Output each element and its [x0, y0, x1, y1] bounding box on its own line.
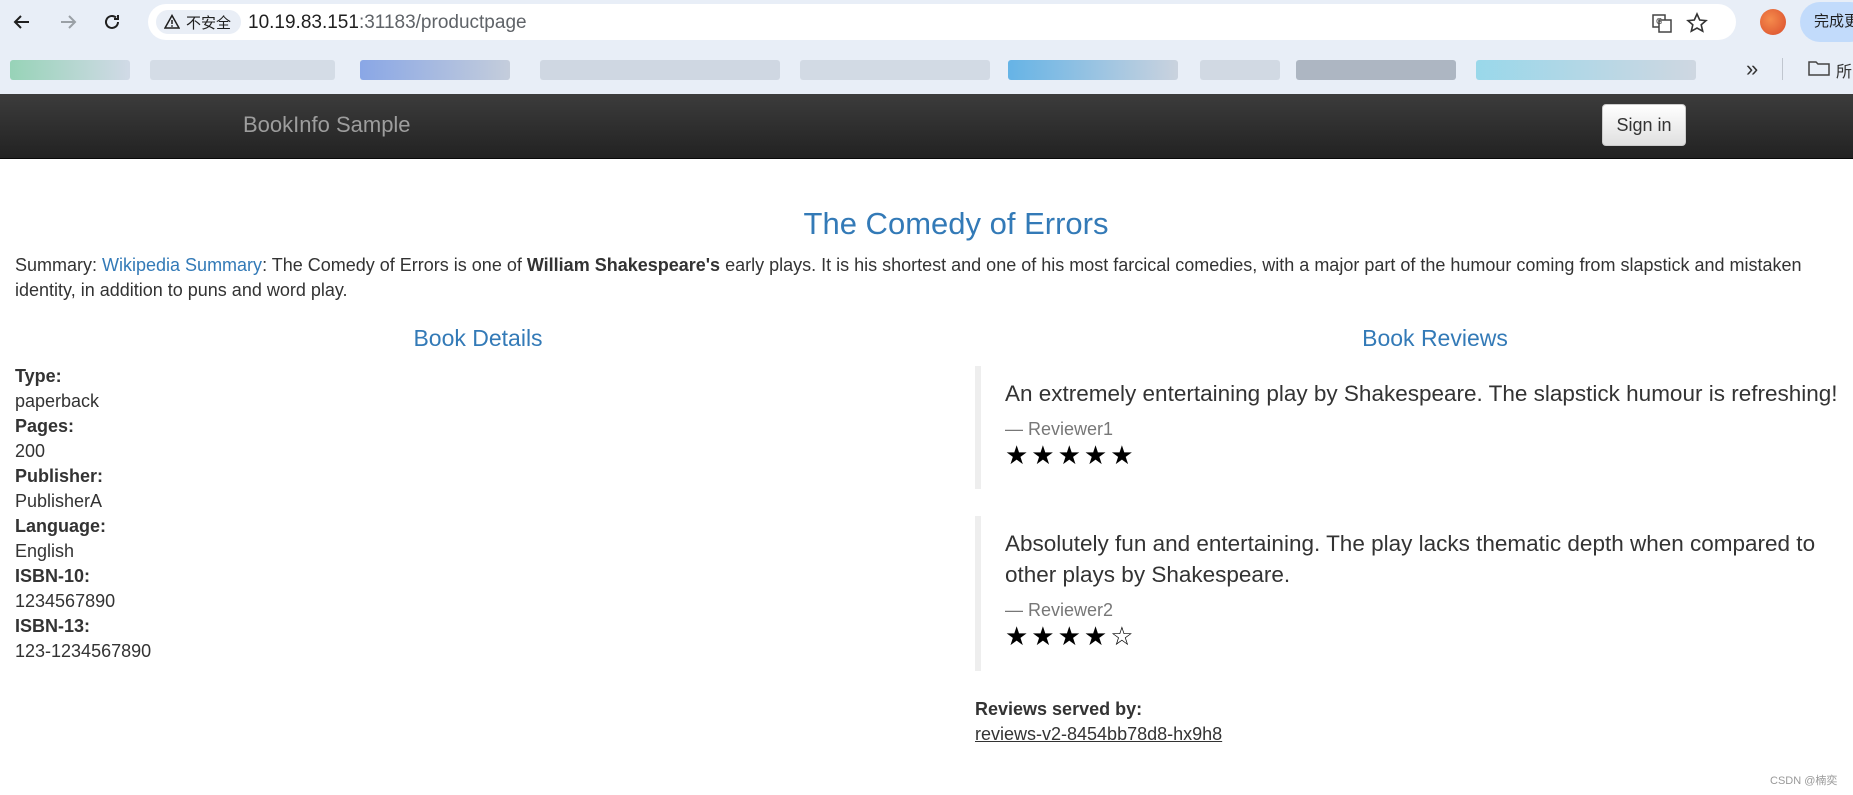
back-arrow-icon	[13, 15, 29, 29]
security-label: 不安全	[186, 14, 232, 32]
review-block: An extremely entertaining play by Shakes…	[975, 366, 1853, 489]
bookmark-item[interactable]	[150, 60, 335, 80]
book-reviews-heading: Book Reviews	[1362, 325, 1508, 351]
bookmark-item[interactable]	[360, 60, 510, 80]
detail-label: Type:	[15, 366, 62, 386]
book-details-list: Type: paperback Pages: 200 Publisher: Pu…	[15, 364, 415, 664]
reviewer-name: — Reviewer2	[1005, 600, 1114, 620]
folder-icon[interactable]	[1808, 60, 1830, 76]
watermark: CSDN @楠奕	[1770, 775, 1838, 787]
summary-text: : The Comedy of Errors is one of	[262, 255, 527, 275]
wikipedia-summary-link[interactable]: Wikipedia Summary	[102, 255, 262, 275]
bookmark-star-icon[interactable]	[1686, 12, 1708, 34]
review-block: Absolutely fun and entertaining. The pla…	[975, 516, 1853, 671]
detail-value: 123-1234567890	[15, 641, 152, 661]
reviews-served-by: Reviews served by: reviews-v2-8454bb78d8…	[975, 697, 1222, 747]
star-rating: ★★★★☆	[1005, 621, 1137, 651]
svg-text:G: G	[1656, 17, 1662, 26]
review-text: Absolutely fun and entertaining. The pla…	[1005, 531, 1816, 587]
detail-value: 200	[15, 441, 46, 461]
warning-icon	[164, 14, 180, 29]
bookmark-item[interactable]	[1008, 60, 1178, 80]
navbar: BookInfo Sample Sign in	[0, 94, 1853, 159]
summary-prefix: Summary:	[15, 255, 103, 275]
detail-label: ISBN-10:	[15, 566, 91, 586]
url-text[interactable]: 10.19.83.151:31183/productpage	[248, 12, 527, 34]
detail-label: Language:	[15, 516, 107, 536]
detail-value: 1234567890	[15, 591, 116, 611]
translate-icon[interactable]: G	[1651, 12, 1673, 34]
bookmarks-bar	[0, 54, 1853, 86]
summary-author: William Shakespeare's	[526, 255, 721, 275]
star-rating: ★★★★★	[1005, 440, 1137, 470]
reload-button[interactable]	[98, 8, 126, 36]
forward-button[interactable]	[54, 8, 82, 36]
reload-icon	[105, 14, 119, 29]
bookmarks-overflow-icon[interactable]: »	[1746, 56, 1758, 82]
detail-value: paperback	[15, 391, 100, 411]
url-path: :31183/productpage	[358, 12, 527, 33]
review-text: An extremely entertaining play by Shakes…	[1005, 381, 1838, 406]
url-host: 10.19.83.151	[248, 12, 359, 33]
bookmark-item[interactable]	[1200, 60, 1280, 80]
profile-button[interactable]: 完成更	[1800, 2, 1853, 42]
bookmark-item[interactable]	[800, 60, 990, 80]
served-by-pod: reviews-v2-8454bb78d8-hx9h8	[975, 724, 1223, 744]
detail-value: English	[15, 541, 75, 561]
product-title: The Comedy of Errors	[803, 206, 1109, 241]
served-by-label: Reviews served by:	[975, 699, 1143, 719]
book-details-heading: Book Details	[413, 325, 543, 351]
bookmark-item[interactable]	[10, 60, 130, 80]
bookmarks-divider	[1782, 58, 1783, 80]
extension-icon[interactable]	[1760, 9, 1786, 35]
sign-in-button[interactable]: Sign in	[1602, 104, 1686, 146]
detail-label: ISBN-13:	[15, 616, 91, 636]
detail-label: Pages:	[15, 416, 75, 436]
reviewer-name: — Reviewer1	[1005, 419, 1114, 439]
forward-arrow-icon	[61, 15, 77, 29]
product-summary: Summary: Wikipedia Summary: The Comedy o…	[15, 253, 1845, 303]
all-bookmarks-label[interactable]: 所	[1836, 58, 1852, 82]
browser-chrome: 不安全 10.19.83.151:31183/productpage G 完成更…	[0, 0, 1853, 94]
detail-value: PublisherA	[15, 491, 103, 511]
brand-link[interactable]: BookInfo Sample	[243, 112, 411, 138]
bookmark-item[interactable]	[1296, 60, 1456, 80]
browser-toolbar: 不安全 10.19.83.151:31183/productpage G 完成更	[0, 0, 1853, 44]
bookmark-item[interactable]	[540, 60, 780, 80]
detail-label: Publisher:	[15, 466, 104, 486]
bookmark-item[interactable]	[1476, 60, 1696, 80]
security-chip[interactable]: 不安全	[156, 10, 242, 34]
back-button[interactable]	[8, 8, 36, 36]
address-bar[interactable]: 不安全 10.19.83.151:31183/productpage G	[148, 4, 1736, 40]
